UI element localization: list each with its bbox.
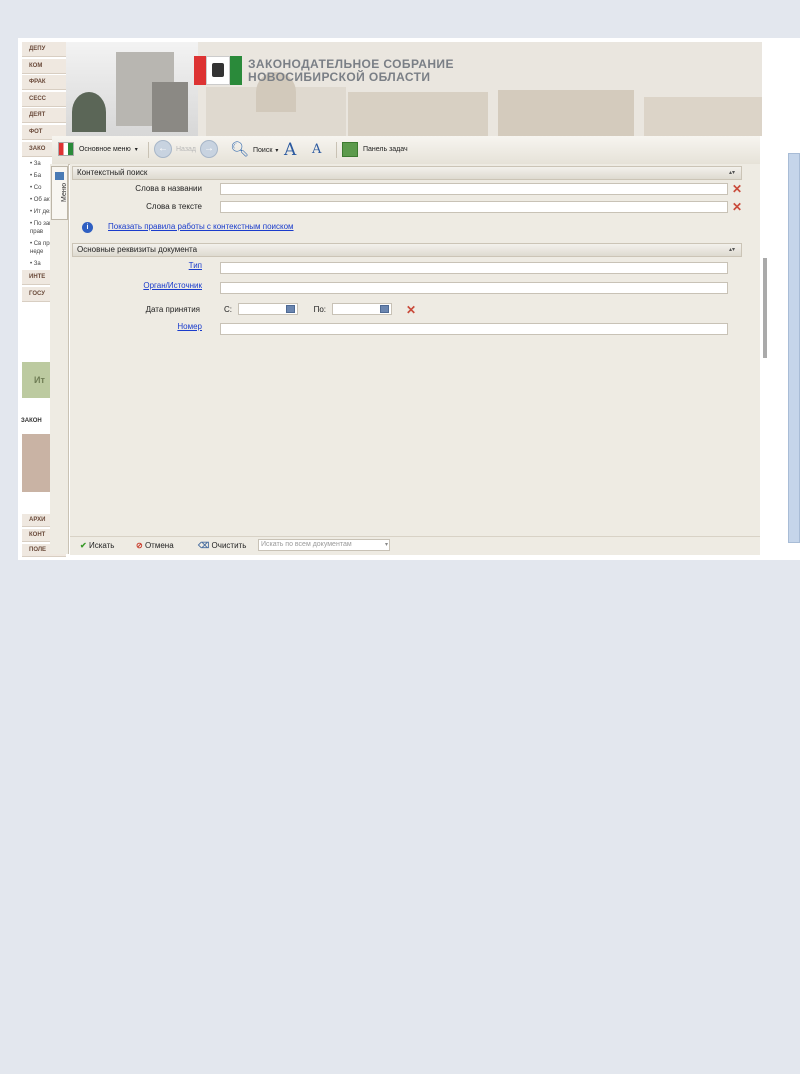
vertical-scrollbar[interactable] [763, 38, 800, 560]
bg-menu-item[interactable]: СЕСС [22, 91, 66, 107]
cancel-button-label: Отмена [144, 541, 174, 550]
collapse-arrow-icon: ▴▾ [728, 247, 735, 253]
search-icon: 🔍︎ [230, 141, 250, 158]
search-scope-select[interactable]: Искать по всем документам ▾ [258, 539, 390, 551]
date-to-input[interactable] [332, 303, 392, 315]
doc-requisites-title: Основные реквизиты документа [77, 245, 198, 254]
region-flag-icon [194, 56, 242, 85]
info-bar: i Показать правила работы с контекстным … [72, 221, 742, 237]
calendar-icon[interactable] [380, 305, 389, 313]
menu-tab[interactable]: Меню [51, 166, 68, 220]
font-increase-button[interactable]: A [284, 140, 296, 160]
from-label: С: [224, 305, 232, 314]
bg-thumbnail-text: Ит [34, 375, 45, 385]
panel-icon [342, 141, 358, 157]
font-increase-icon: A [284, 140, 297, 160]
doc-requisites-header[interactable]: Основные реквизиты документа ▴▾ [72, 243, 742, 257]
action-bar: ✔ Искать ⊘ Отмена ⌫ Очистить Искать по в… [70, 536, 760, 555]
inner-scrollbar[interactable] [763, 258, 767, 358]
organ-link[interactable]: Орган/Источник [100, 281, 202, 290]
building-photo [66, 42, 198, 136]
bg-thumbnail[interactable]: Ит [22, 362, 50, 398]
task-panel-label: Панель задач [362, 146, 408, 153]
clear-date-icon[interactable]: ✕ [406, 304, 416, 316]
back-button[interactable]: ← Назад [154, 140, 196, 160]
forward-arrow-icon: → [200, 140, 218, 159]
forward-button[interactable]: → [200, 140, 218, 160]
cancel-button[interactable]: ⊘ Отмена [136, 540, 174, 552]
chevron-down-icon: ▾ [384, 542, 388, 548]
bg-menu-item[interactable]: ФРАК [22, 75, 66, 91]
collapse-arrow-icon: ▴▾ [728, 170, 735, 176]
cancel-icon: ⊘ [136, 541, 143, 550]
to-label: По: [313, 305, 326, 314]
main-menu-button[interactable]: Основное меню ▾ [58, 140, 138, 160]
back-label: Назад [175, 146, 197, 153]
opera-photo [498, 90, 634, 136]
back-arrow-icon: ← [154, 140, 172, 159]
number-link[interactable]: Номер [130, 322, 202, 331]
search-form: Контекстный поиск ▴▾ Слова в названии ✕ … [70, 164, 760, 554]
clear-button[interactable]: ⌫ Очистить [198, 540, 246, 552]
font-decrease-icon: A [312, 142, 322, 157]
title-words-input[interactable] [220, 183, 728, 195]
chevron-down-icon: ▾ [275, 147, 279, 154]
clear-icon: ⌫ [198, 541, 210, 550]
menu-tab-label: Меню [60, 183, 68, 202]
bg-menu-item[interactable]: ДЕЯТ [22, 108, 66, 124]
collapse-icon [55, 172, 64, 180]
text-words-input[interactable] [220, 201, 728, 213]
task-panel-button[interactable]: Панель задач [342, 140, 408, 160]
clear-text-icon[interactable]: ✕ [732, 201, 742, 213]
info-icon: i [82, 222, 93, 233]
toolbar-divider [148, 142, 149, 158]
date-label: Дата принятия [145, 305, 200, 314]
date-from-input[interactable] [238, 303, 298, 315]
context-search-header[interactable]: Контекстный поиск ▴▾ [72, 166, 742, 180]
bg-person-label: ЗАКОН [21, 418, 42, 424]
search-button[interactable]: ✔ Искать [80, 540, 114, 552]
checkmark-icon: ✔ [80, 541, 87, 550]
context-search-title: Контекстный поиск [77, 168, 148, 177]
search-button-label: Искать [88, 541, 115, 550]
scrollbar-thumb[interactable] [788, 153, 800, 543]
main-menu-label: Основное меню [78, 146, 131, 153]
side-menu-tab: Меню [50, 164, 69, 554]
bg-person-photo [22, 434, 50, 492]
calendar-icon[interactable] [286, 305, 295, 313]
bottom-strip [0, 560, 800, 600]
flag-menu-icon [58, 142, 74, 157]
arch-photo [644, 97, 762, 136]
type-link[interactable]: Тип [130, 261, 202, 270]
title-words-label: Слова в названии [135, 184, 202, 193]
chevron-down-icon: ▾ [134, 147, 138, 153]
clear-title-icon[interactable]: ✕ [732, 183, 742, 195]
theater-photo [348, 92, 488, 136]
banner-title: ЗАКОНОДАТЕЛЬНОЕ СОБРАНИЕ НОВОСИБИРСКОЙ О… [248, 58, 454, 84]
organ-input[interactable] [220, 282, 728, 294]
clear-button-label: Очистить [211, 541, 247, 550]
bg-menu-item[interactable]: ДЕПУ [22, 42, 66, 57]
search-label: Поиск [253, 146, 273, 154]
header-banner: ЗАКОНОДАТЕЛЬНОЕ СОБРАНИЕ НОВОСИБИРСКОЙ О… [66, 42, 762, 136]
bg-menu-item[interactable]: КОМ [22, 58, 66, 74]
text-words-label: Слова в тексте [146, 202, 202, 211]
app-toolbar: Основное меню ▾ ← Назад → 🔍︎ Поиск ▾ A A… [52, 136, 760, 165]
type-input[interactable] [220, 262, 728, 274]
search-menu-button[interactable]: 🔍︎ Поиск ▾ [230, 140, 278, 160]
number-input[interactable] [220, 323, 728, 335]
font-decrease-button[interactable]: A [312, 140, 321, 160]
toolbar-divider [336, 142, 337, 158]
rules-link[interactable]: Показать правила работы с контекстным по… [108, 222, 294, 231]
banner-title-line2: НОВОСИБИРСКОЙ ОБЛАСТИ [248, 70, 431, 84]
search-scope-value: Искать по всем документам [261, 541, 352, 548]
